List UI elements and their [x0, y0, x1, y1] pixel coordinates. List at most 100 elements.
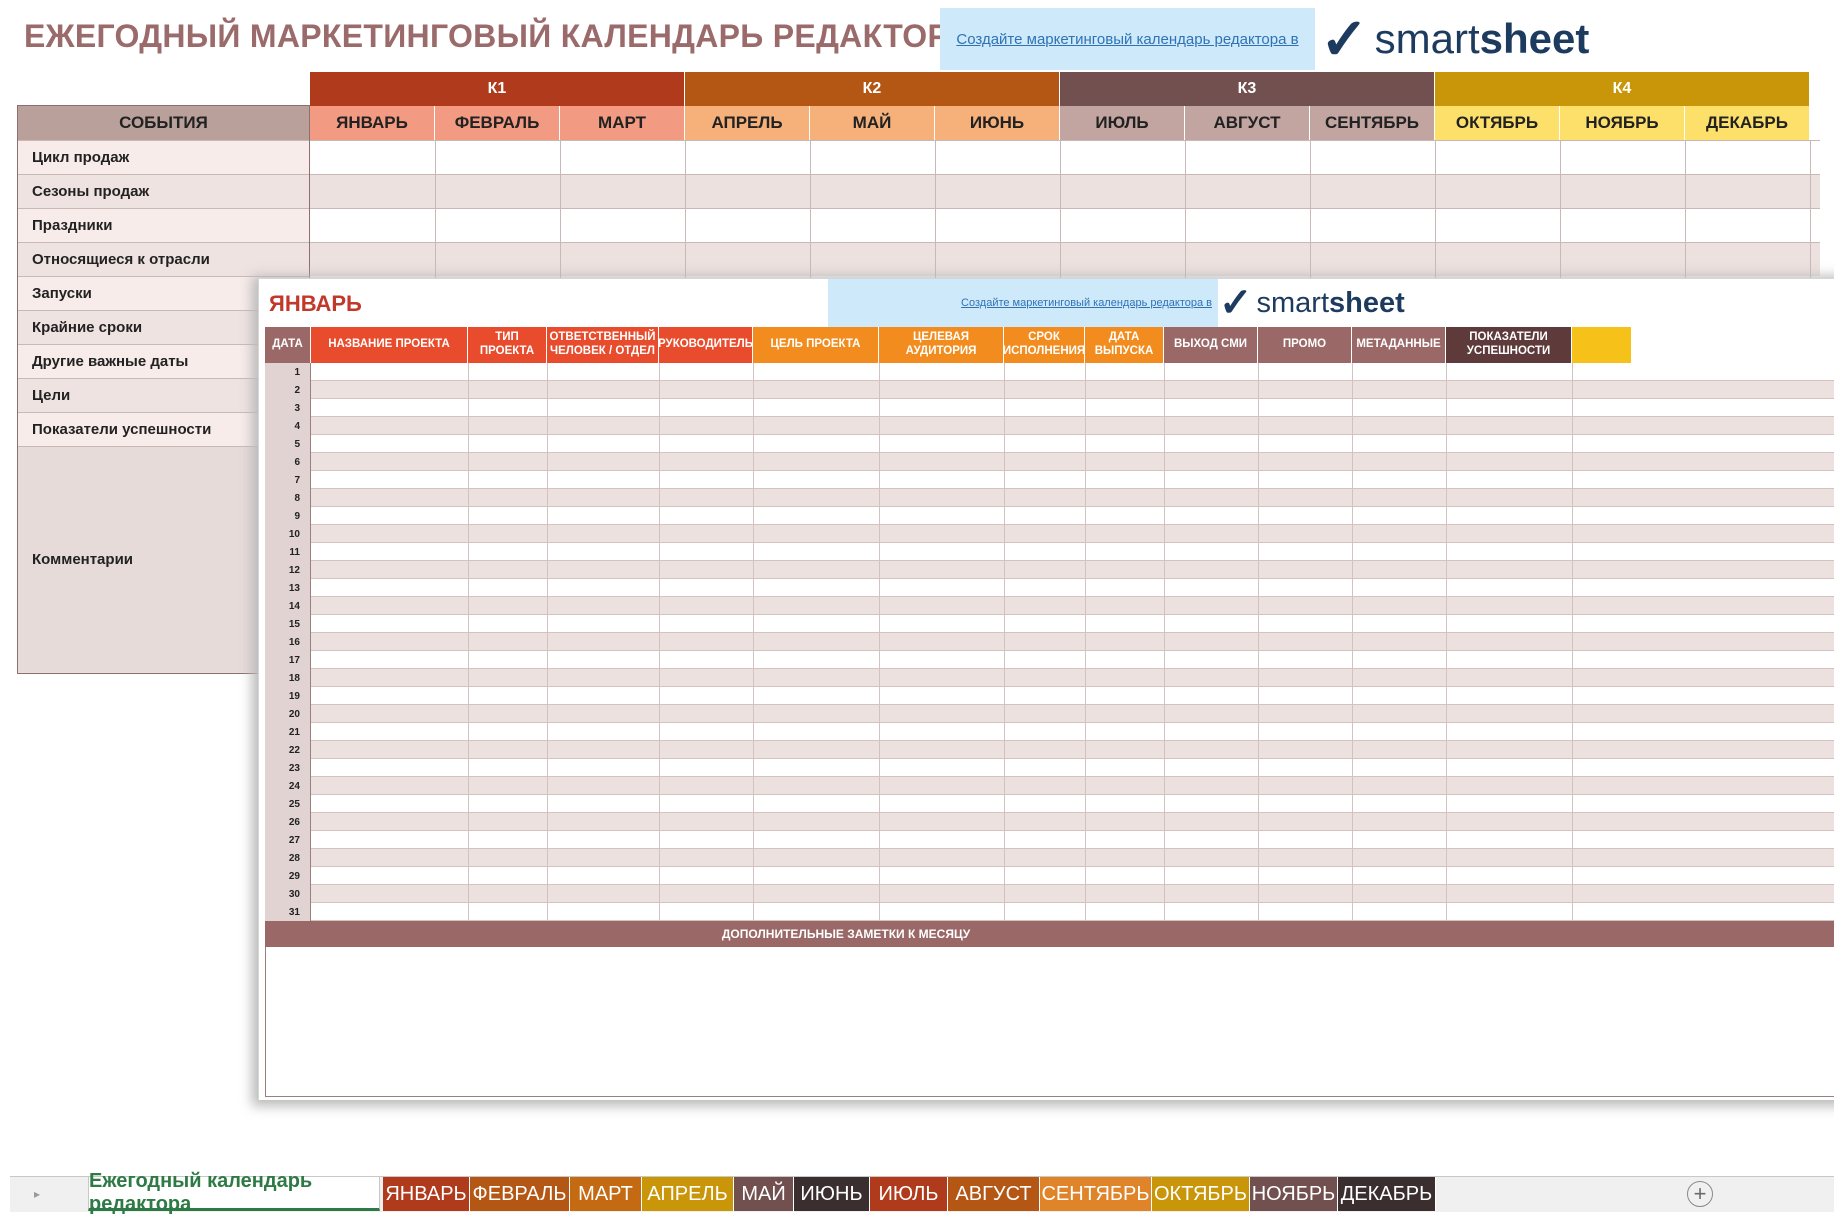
table-row[interactable]: 6: [265, 453, 1834, 471]
table-row[interactable]: 8: [265, 489, 1834, 507]
table-row[interactable]: 20: [265, 705, 1834, 723]
table-row[interactable]: 4: [265, 417, 1834, 435]
grid-divider: [1446, 363, 1447, 921]
tab-month[interactable]: АПРЕЛЬ: [642, 1177, 734, 1211]
month-header: ЯНВАРЬ: [310, 106, 435, 140]
add-sheet-icon[interactable]: +: [1687, 1181, 1713, 1207]
grid-divider: [935, 140, 936, 280]
calendar-row[interactable]: [310, 208, 1820, 242]
table-row[interactable]: 7: [265, 471, 1834, 489]
date-cell: 31: [265, 903, 311, 921]
table-row[interactable]: 1: [265, 363, 1834, 381]
date-cell: 22: [265, 741, 311, 759]
quarter-header: К2: [685, 72, 1060, 106]
tab-scroll-left-icon[interactable]: ▸: [10, 1177, 86, 1211]
column-header: ОТВЕТСТВЕННЫЙ ЧЕЛОВЕК / ОТДЕЛ: [547, 327, 659, 363]
event-row-label: Относящиеся к отрасли: [18, 242, 309, 276]
table-row[interactable]: 26: [265, 813, 1834, 831]
tab-month[interactable]: ОКТЯБРЬ: [1152, 1177, 1250, 1211]
checkmark-icon: ✓: [1320, 5, 1369, 73]
smartsheet-logo[interactable]: ✓ smartsheet: [1320, 6, 1605, 72]
grid-divider: [1352, 363, 1353, 921]
date-cell: 17: [265, 651, 311, 669]
smartsheet-logo[interactable]: ✓ smartsheet: [1219, 279, 1449, 327]
table-row[interactable]: 16: [265, 633, 1834, 651]
date-cell: 23: [265, 759, 311, 777]
promo-link[interactable]: Создайте маркетинговый календарь редакто…: [961, 297, 1212, 309]
grid-divider: [1810, 140, 1811, 280]
column-header: РУКОВОДИТЕЛЬ: [658, 327, 753, 363]
table-row[interactable]: 10: [265, 525, 1834, 543]
table-row[interactable]: 11: [265, 543, 1834, 561]
sheet-tab-bar: ▸ Ежегодный календарь редактора ЯНВАРЬ ФЕ…: [10, 1170, 1834, 1215]
table-row[interactable]: 19: [265, 687, 1834, 705]
event-row-label: Сезоны продаж: [18, 174, 309, 208]
month-header: НОЯБРЬ: [1560, 106, 1685, 140]
notes-area[interactable]: [265, 947, 1834, 1097]
month-sheet-window: ЯНВАРЬ Создайте маркетинговый календарь …: [258, 278, 1834, 1100]
tab-month[interactable]: МАЙ: [734, 1177, 794, 1211]
table-row[interactable]: 24: [265, 777, 1834, 795]
table-row[interactable]: 13: [265, 579, 1834, 597]
calendar-row[interactable]: [310, 140, 1820, 174]
table-row[interactable]: 21: [265, 723, 1834, 741]
grid-divider: [810, 140, 811, 280]
month-header: ОКТЯБРЬ: [1435, 106, 1560, 140]
table-row[interactable]: 9: [265, 507, 1834, 525]
calendar-row[interactable]: [310, 174, 1820, 208]
table-row[interactable]: 28: [265, 849, 1834, 867]
column-header: [1572, 327, 1632, 363]
table-row[interactable]: 5: [265, 435, 1834, 453]
tab-month[interactable]: ФЕВРАЛЬ: [470, 1177, 570, 1211]
quarter-header: К1: [310, 72, 685, 106]
tab-month[interactable]: МАРТ: [570, 1177, 642, 1211]
grid-divider: [685, 140, 686, 280]
quarter-header: К3: [1060, 72, 1435, 106]
calendar-row[interactable]: [310, 242, 1820, 276]
date-cell: 2: [265, 381, 311, 399]
table-row[interactable]: 14: [265, 597, 1834, 615]
date-cell: 3: [265, 399, 311, 417]
grid-divider: [560, 140, 561, 280]
grid-divider: [879, 363, 880, 921]
table-row[interactable]: 25: [265, 795, 1834, 813]
table-row[interactable]: 3: [265, 399, 1834, 417]
date-cell: 26: [265, 813, 311, 831]
tab-month[interactable]: СЕНТЯБРЬ: [1040, 1177, 1152, 1211]
promo-banner: Создайте маркетинговый календарь редакто…: [828, 279, 1218, 327]
tab-month[interactable]: НОЯБРЬ: [1250, 1177, 1338, 1211]
table-row[interactable]: 22: [265, 741, 1834, 759]
table-row[interactable]: 23: [265, 759, 1834, 777]
date-cell: 30: [265, 885, 311, 903]
table-row[interactable]: 15: [265, 615, 1834, 633]
date-cell: 29: [265, 867, 311, 885]
tab-month[interactable]: АВГУСТ: [948, 1177, 1040, 1211]
date-cell: 24: [265, 777, 311, 795]
column-header: СРОК ИСПОЛНЕНИЯ: [1003, 327, 1085, 363]
table-row[interactable]: 12: [265, 561, 1834, 579]
month-header: ФЕВРАЛЬ: [435, 106, 560, 140]
month-header: АВГУСТ: [1185, 106, 1310, 140]
column-header: ДАТА: [265, 327, 311, 363]
tab-month[interactable]: ИЮЛЬ: [870, 1177, 948, 1211]
date-cell: 4: [265, 417, 311, 435]
tab-annual-calendar[interactable]: Ежегодный календарь редактора: [88, 1170, 380, 1215]
promo-link[interactable]: Создайте маркетинговый календарь редакто…: [956, 31, 1298, 48]
date-cell: 8: [265, 489, 311, 507]
table-row[interactable]: 29: [265, 867, 1834, 885]
date-cell: 18: [265, 669, 311, 687]
grid-divider: [1185, 140, 1186, 280]
table-row[interactable]: 31: [265, 903, 1834, 921]
month-header: ИЮЛЬ: [1060, 106, 1185, 140]
date-cell: 11: [265, 543, 311, 561]
table-row[interactable]: 27: [265, 831, 1834, 849]
table-row[interactable]: 17: [265, 651, 1834, 669]
tab-month[interactable]: ИЮНЬ: [794, 1177, 870, 1211]
tab-month[interactable]: ДЕКАБРЬ: [1338, 1177, 1436, 1211]
table-row[interactable]: 30: [265, 885, 1834, 903]
table-row[interactable]: 2: [265, 381, 1834, 399]
tab-month[interactable]: ЯНВАРЬ: [383, 1177, 470, 1211]
events-header: СОБЫТИЯ: [18, 106, 309, 140]
table-row[interactable]: 18: [265, 669, 1834, 687]
month-title: ЯНВАРЬ: [269, 291, 362, 316]
